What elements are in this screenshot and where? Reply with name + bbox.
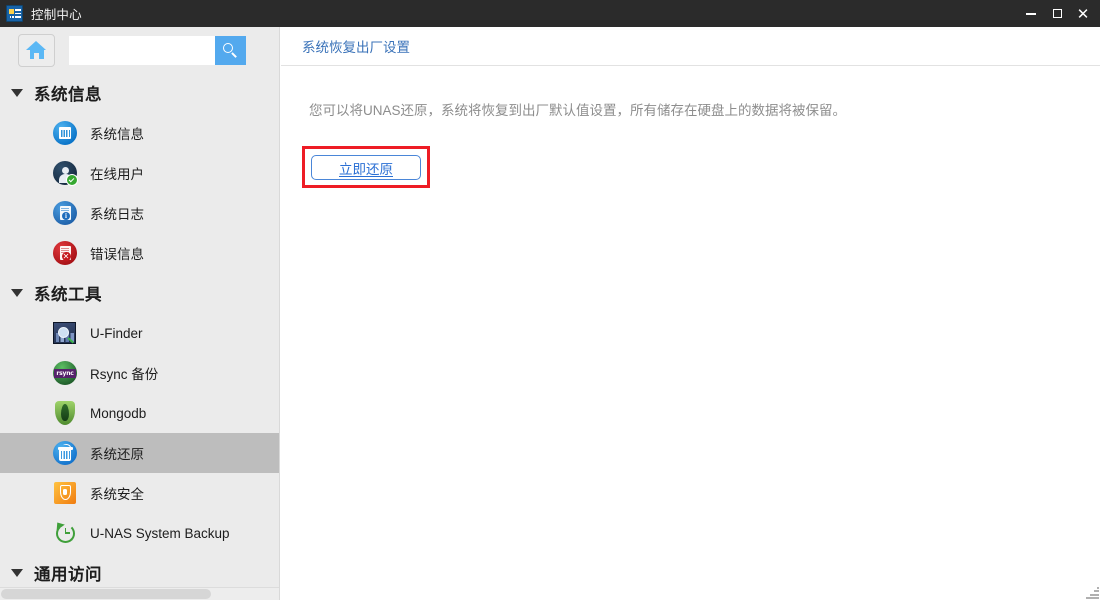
- sidebar-item-label: 系统安全: [90, 487, 144, 502]
- content-body: 您可以将UNAS还原，系统将恢复到出厂默认值设置，所有储存在硬盘上的数据将被保留…: [281, 66, 1100, 206]
- online-user-icon: [52, 160, 78, 186]
- sidebar-item-label: 在线用户: [90, 167, 144, 182]
- resize-grip[interactable]: [1085, 585, 1099, 599]
- sidebar-item-label: 系统信息: [90, 127, 144, 142]
- sidebar-nav: 系统信息 系统信息 在线用户 i 系统日志 ✕ 错误信息 系统工具 U-Find…: [0, 73, 279, 587]
- sidebar-item-unas-system-backup[interactable]: U-NAS System Backup: [0, 513, 279, 553]
- sidebar-item-label: U-Finder: [90, 325, 143, 341]
- content-header: 系统恢复出厂设置: [281, 27, 1100, 66]
- sidebar-item-u-finder[interactable]: U-Finder: [0, 313, 279, 353]
- main-content: 系统恢复出厂设置 您可以将UNAS还原，系统将恢复到出厂默认值设置，所有储存在硬…: [281, 27, 1100, 600]
- sidebar-item-system-restore[interactable]: 系统还原: [0, 433, 279, 473]
- system-log-icon: i: [52, 200, 78, 226]
- minimize-button[interactable]: [1018, 1, 1044, 27]
- sidebar-item-system-log[interactable]: i 系统日志: [0, 193, 279, 233]
- sidebar-item-label: 系统还原: [90, 447, 144, 462]
- search-icon: [223, 42, 238, 58]
- sidebar-horizontal-scrollbar[interactable]: [0, 587, 279, 600]
- description-text: 您可以将UNAS还原，系统将恢复到出厂默认值设置，所有储存在硬盘上的数据将被保留…: [309, 103, 847, 118]
- minimize-icon: [1026, 12, 1036, 15]
- sidebar-item-label: Rsync 备份: [90, 367, 159, 382]
- sidebar-group-general-access[interactable]: 通用访问: [0, 553, 279, 587]
- sidebar-toolbar: [0, 27, 279, 73]
- maximize-button[interactable]: [1044, 1, 1070, 27]
- chevron-down-icon: [11, 569, 23, 577]
- window-title: 控制中心: [31, 8, 82, 22]
- sidebar-item-label: 系统日志: [90, 207, 144, 222]
- sidebar-group-system-info[interactable]: 系统信息: [0, 73, 279, 113]
- page-title: 系统恢复出厂设置: [302, 40, 410, 55]
- u-finder-icon: [52, 320, 78, 346]
- error-info-icon: ✕: [52, 240, 78, 266]
- close-button[interactable]: ✕: [1070, 1, 1096, 27]
- sidebar-item-label: 错误信息: [90, 247, 144, 262]
- home-button[interactable]: [18, 33, 55, 67]
- rsync-icon: rsync: [52, 360, 78, 386]
- system-info-icon: [52, 120, 78, 146]
- chevron-down-icon: [11, 89, 23, 97]
- search-area: [69, 35, 246, 65]
- restore-now-button-label: 立即还原: [339, 161, 393, 177]
- window-controls: ✕: [1018, 1, 1096, 27]
- control-center-window: 控制中心 ✕ 系统信息 系统信息 在线用户 i 系统日志 ✕ 错误信息 系统工具…: [0, 0, 1100, 600]
- sidebar-group-label: 系统信息: [34, 86, 102, 104]
- sidebar-item-mongodb[interactable]: Mongodb: [0, 393, 279, 433]
- sidebar-item-system-info[interactable]: 系统信息: [0, 113, 279, 153]
- home-icon: [26, 41, 47, 59]
- sidebar-item-online-user[interactable]: 在线用户: [0, 153, 279, 193]
- restore-now-button[interactable]: 立即还原: [311, 155, 421, 180]
- action-area: 立即还原: [281, 146, 1100, 206]
- system-restore-icon: [52, 440, 78, 466]
- sidebar-group-system-tools[interactable]: 系统工具: [0, 273, 279, 313]
- window-titlebar: 控制中心 ✕: [0, 0, 1100, 27]
- mongodb-icon: [52, 400, 78, 426]
- close-icon: ✕: [1076, 4, 1090, 23]
- search-button[interactable]: [215, 35, 246, 65]
- sidebar-item-label: Mongodb: [90, 405, 147, 421]
- chevron-down-icon: [11, 289, 23, 297]
- system-security-icon: [52, 480, 78, 506]
- sidebar-group-label: 系统工具: [34, 286, 102, 304]
- scrollbar-thumb[interactable]: [1, 589, 211, 599]
- sidebar-item-system-security[interactable]: 系统安全: [0, 473, 279, 513]
- maximize-icon: [1052, 9, 1062, 18]
- sidebar-item-label: U-NAS System Backup: [90, 525, 230, 541]
- sidebar: 系统信息 系统信息 在线用户 i 系统日志 ✕ 错误信息 系统工具 U-Find…: [0, 27, 280, 600]
- unas-system-backup-icon: [52, 519, 78, 546]
- sidebar-item-error-info[interactable]: ✕ 错误信息: [0, 233, 279, 273]
- search-input[interactable]: [69, 35, 215, 65]
- sidebar-item-rsync-backup[interactable]: rsync Rsync 备份: [0, 353, 279, 393]
- sidebar-group-label: 通用访问: [34, 566, 102, 584]
- control-center-icon: [6, 5, 23, 22]
